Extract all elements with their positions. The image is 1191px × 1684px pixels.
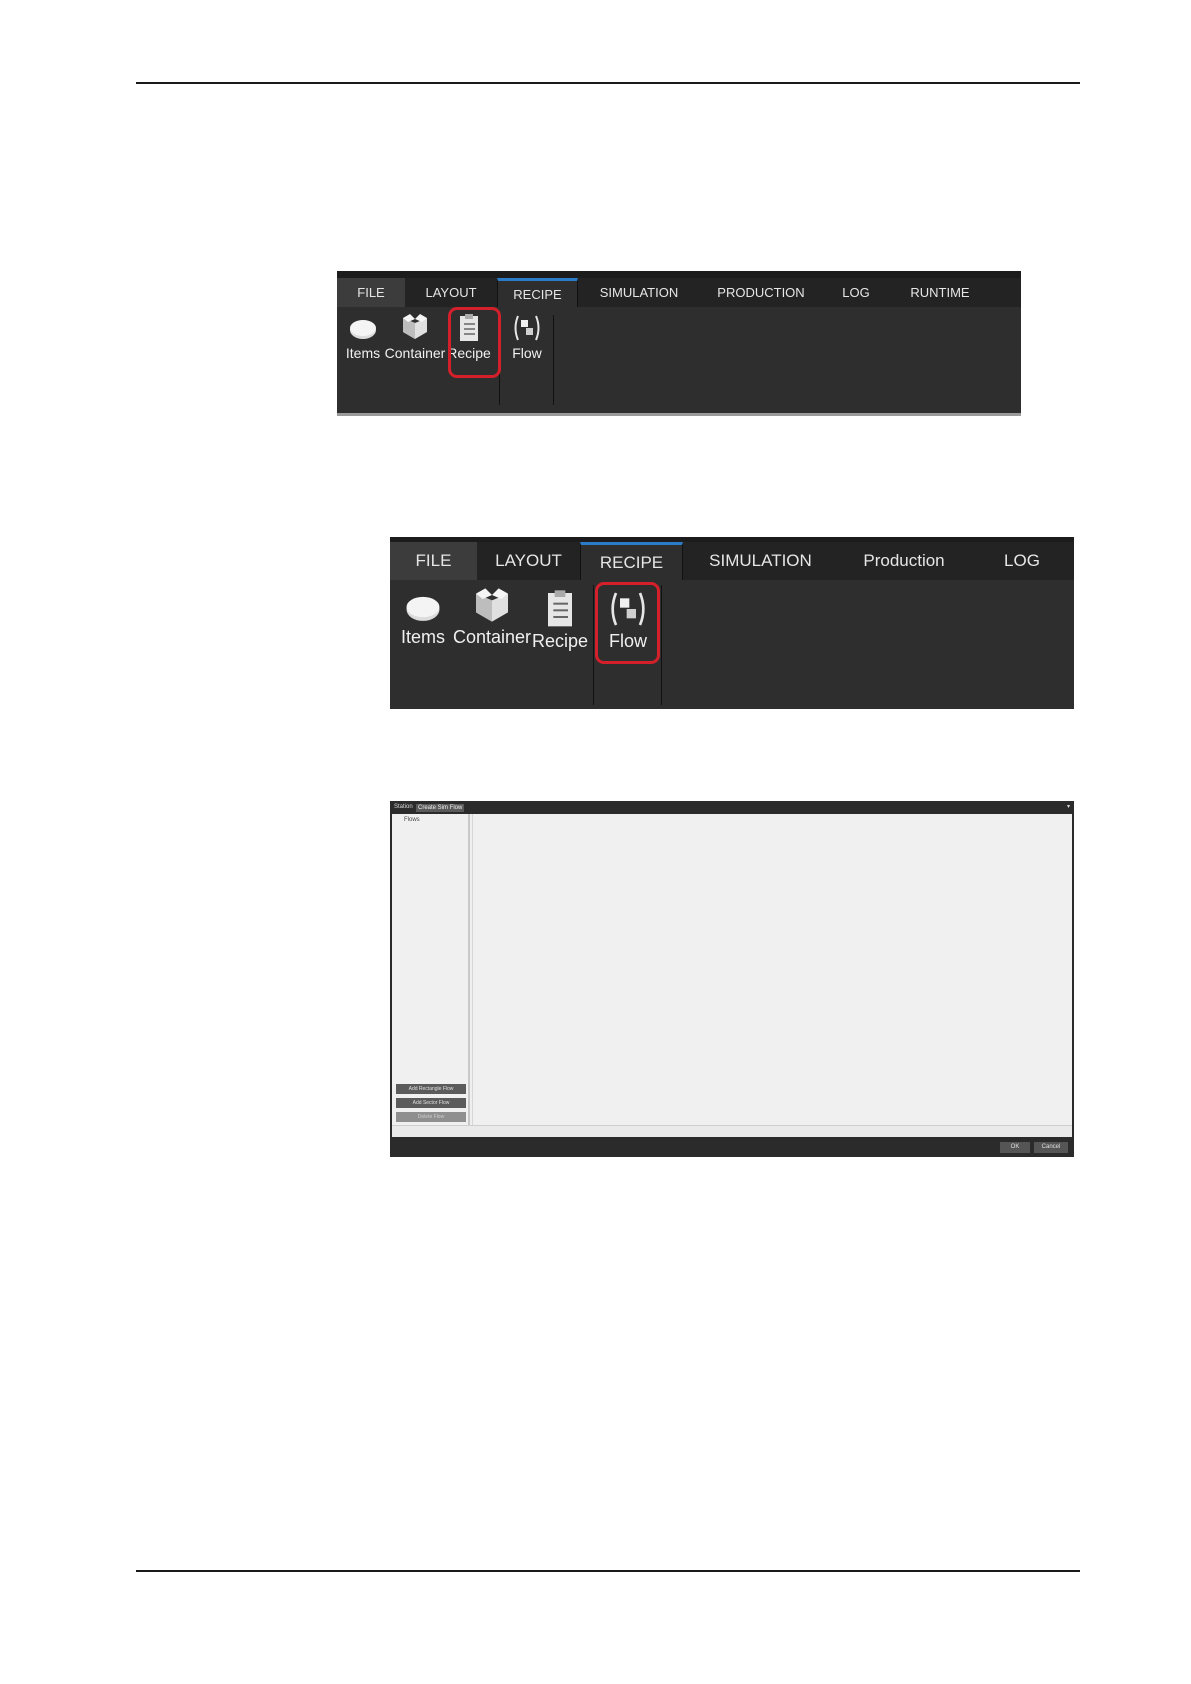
tab-recipe[interactable]: RECIPE <box>497 278 578 307</box>
container-icon <box>476 588 508 622</box>
flows-panel: Flows Add Rectangle Flow Add Sector Flow… <box>392 814 470 1125</box>
tab-layout[interactable]: LAYOUT <box>405 278 497 307</box>
cancel-button[interactable]: Cancel <box>1034 1142 1068 1153</box>
add-rectangle-flow-button[interactable]: Add Rectangle Flow <box>396 1084 466 1094</box>
create-sim-flow-dialog: Station Create Sim Flow ▾ Flows Add Rect… <box>390 801 1074 1157</box>
ribbon-bottom-border <box>337 413 1021 416</box>
tab-file[interactable]: FILE <box>390 542 477 580</box>
items-label: Items <box>400 627 445 647</box>
container-icon <box>403 314 427 339</box>
ribbon-separator <box>661 585 662 705</box>
recipe-tool[interactable]: Recipe <box>532 587 588 652</box>
ribbon-screenshot-flow: FILE LAYOUT RECIPE SIMULATION Production… <box>390 537 1074 709</box>
dialog-title-bar: Station Create Sim Flow ▾ <box>390 801 1074 814</box>
ribbon-tab-bar: FILE LAYOUT RECIPE SIMULATION Production… <box>390 542 1074 580</box>
tab-log[interactable]: LOG <box>822 278 890 307</box>
items-icon <box>350 320 376 339</box>
tab-simulation[interactable]: SIMULATION <box>683 542 838 580</box>
chevron-down-icon[interactable]: ▾ <box>1067 801 1070 814</box>
recipe-label: Recipe <box>532 631 589 651</box>
tab-runtime[interactable]: RUNTIME <box>890 278 990 307</box>
tab-simulation[interactable]: SIMULATION <box>578 278 700 307</box>
delete-flow-button[interactable]: Delete Flow <box>396 1112 466 1122</box>
tab-layout[interactable]: LAYOUT <box>477 542 580 580</box>
items-label: Items <box>345 345 381 361</box>
recipe-highlight-box <box>448 307 501 378</box>
dialog-footer: OK Cancel <box>390 1137 1074 1157</box>
ribbon-tab-bar: FILE LAYOUT RECIPE SIMULATION PRODUCTION… <box>337 278 1021 307</box>
flow-tool[interactable]: Flow <box>501 313 553 361</box>
recipe-clipboard-icon <box>548 590 572 627</box>
flow-highlight-box <box>595 582 660 664</box>
flow-label: Flow <box>512 345 542 361</box>
container-tool[interactable]: Container <box>383 313 447 361</box>
ok-button[interactable]: OK <box>1000 1142 1030 1153</box>
tab-production[interactable]: Production <box>838 542 970 580</box>
footer-rule <box>136 1570 1080 1572</box>
container-label: Container <box>452 627 532 647</box>
dialog-body: Flows Add Rectangle Flow Add Sector Flow… <box>392 814 1072 1138</box>
flow-icon <box>514 315 540 341</box>
tab-log[interactable]: LOG <box>970 542 1074 580</box>
items-tool[interactable]: Items <box>398 587 448 648</box>
dialog-title-label: Station <box>394 804 413 810</box>
flow-canvas[interactable] <box>472 814 1072 1125</box>
flows-tree-root[interactable]: Flows <box>404 817 420 823</box>
container-tool[interactable]: Container <box>452 587 532 648</box>
tab-file[interactable]: FILE <box>337 278 405 307</box>
ribbon-separator <box>553 315 554 405</box>
header-rule <box>136 82 1080 84</box>
add-sector-flow-button[interactable]: Add Sector Flow <box>396 1098 466 1108</box>
ribbon-screenshot-recipe: FILE LAYOUT RECIPE SIMULATION PRODUCTION… <box>337 271 1021 416</box>
items-tool[interactable]: Items <box>343 313 383 361</box>
tab-production[interactable]: PRODUCTION <box>700 278 822 307</box>
dialog-title-tab[interactable]: Create Sim Flow <box>416 804 465 812</box>
tab-recipe[interactable]: RECIPE <box>580 542 683 580</box>
items-icon <box>406 596 440 621</box>
container-label: Container <box>384 345 446 361</box>
ribbon-separator <box>593 585 594 705</box>
